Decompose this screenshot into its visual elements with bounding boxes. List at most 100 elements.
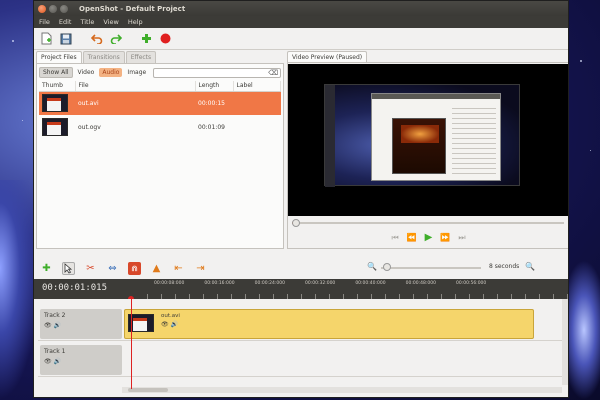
jump-start-icon[interactable]: ⏮	[391, 233, 398, 243]
file-label	[233, 91, 281, 115]
table-row[interactable]: out.avi 00:00:15	[39, 91, 281, 115]
track: Track 2 👁 🔊 out.avi 👁 🔊	[38, 307, 562, 341]
column-header-thumb[interactable]: Thumb	[39, 81, 76, 92]
menu-bar: File Edit Title View Help	[34, 16, 568, 28]
clip-name: out.avi	[161, 313, 180, 319]
project-files-box: Show All Video Audio Image ⌫ Thumb File …	[36, 63, 284, 249]
file-table: Thumb File Length Label out.avi 00:00:15…	[39, 81, 281, 139]
timeline-clip[interactable]: out.avi 👁 🔊	[124, 309, 534, 339]
save-icon[interactable]	[59, 32, 72, 45]
video-display	[288, 64, 568, 216]
ruler-label: 00:00:24:000	[254, 281, 285, 286]
file-label	[233, 115, 281, 139]
timeline-horizontal-scrollbar[interactable]	[122, 387, 562, 393]
zoom-slider-handle[interactable]	[383, 263, 391, 271]
previous-marker-icon[interactable]: ⇤	[172, 262, 185, 275]
ruler-label: 00:00:48:000	[405, 281, 436, 286]
filter-image-button[interactable]: Image	[124, 68, 149, 77]
file-thumbnail	[42, 94, 68, 113]
tab-project-files[interactable]: Project Files	[36, 51, 82, 63]
track: Track 1 👁 🔊	[38, 343, 562, 377]
visibility-icon[interactable]: 👁	[44, 358, 52, 365]
redo-icon[interactable]	[109, 32, 122, 45]
video-frame	[324, 84, 520, 187]
star	[22, 120, 23, 121]
add-marker-icon[interactable]: ▲	[150, 262, 163, 275]
track-header[interactable]: Track 2 👁 🔊	[40, 309, 122, 339]
video-frame-dock	[325, 85, 335, 187]
search-input[interactable]: ⌫	[153, 67, 281, 78]
rewind-icon[interactable]: ⏪	[407, 233, 417, 243]
main-toolbar	[34, 28, 568, 50]
zoom-label: 8 seconds	[489, 263, 520, 270]
video-frame-window	[371, 93, 501, 181]
zoom-out-icon[interactable]: 🔍	[367, 262, 377, 271]
menu-edit[interactable]: Edit	[59, 18, 72, 26]
menu-file[interactable]: File	[39, 18, 50, 26]
filter-audio-button[interactable]: Audio	[99, 68, 123, 77]
new-project-icon[interactable]	[40, 32, 53, 45]
star	[590, 150, 591, 151]
menu-title[interactable]: Title	[80, 18, 94, 26]
timeline-tracks: Track 2 👁 🔊 out.avi 👁 🔊 Track 1 👁 🔊	[34, 299, 568, 395]
audio-icon[interactable]: 🔊	[54, 322, 61, 329]
column-header-file[interactable]: File	[75, 81, 196, 92]
visibility-icon[interactable]: 👁	[44, 322, 52, 329]
timeline-toolbar: ✚ ✂ ⇔ ⋒ ▲ ⇤ ⇥ 🔍 8 seconds 🔍	[34, 259, 568, 277]
select-tool-icon[interactable]	[62, 261, 75, 275]
play-icon[interactable]: ▶	[425, 233, 433, 243]
maximize-window-button[interactable]	[60, 4, 68, 13]
playhead-line	[131, 297, 132, 389]
transport-controls: ⏮ ⏪ ▶ ⏩ ⏭	[288, 233, 568, 243]
menu-view[interactable]: View	[103, 18, 118, 26]
column-header-length[interactable]: Length	[195, 81, 234, 92]
menu-help[interactable]: Help	[128, 18, 143, 26]
jump-end-icon[interactable]: ⏭	[458, 233, 465, 243]
undo-icon[interactable]	[90, 32, 103, 45]
column-header-label[interactable]: Label	[233, 81, 281, 92]
tab-effects[interactable]: Effects	[125, 51, 157, 63]
fast-forward-icon[interactable]: ⏩	[440, 233, 450, 243]
track-name: Track 1	[44, 348, 66, 355]
openshot-window: OpenShot - Default Project File Edit Tit…	[33, 0, 569, 398]
snapping-magnet-icon[interactable]: ⋒	[128, 261, 141, 275]
clear-search-icon[interactable]: ⌫	[268, 69, 278, 78]
window-title: OpenShot - Default Project	[79, 4, 186, 13]
tab-transitions[interactable]: Transitions	[82, 51, 125, 63]
add-files-icon[interactable]	[140, 32, 153, 45]
ruler-label: 00:00:56:000	[455, 281, 487, 286]
track-header[interactable]: Track 1 👁 🔊	[40, 345, 122, 375]
record-icon[interactable]	[159, 32, 172, 45]
project-files-panel: Project Files Transitions Effects Show A…	[36, 51, 284, 249]
preview-seek-slider[interactable]	[292, 219, 564, 227]
resize-tool-icon[interactable]: ⇔	[106, 262, 119, 275]
seek-slider-handle[interactable]	[292, 219, 300, 227]
zoom-slider[interactable]	[381, 267, 481, 269]
file-length: 00:00:15	[195, 91, 233, 115]
track-name: Track 2	[44, 312, 66, 319]
ruler-label: 00:00:16:000	[204, 281, 235, 286]
filter-show-all-button[interactable]: Show All	[39, 67, 73, 78]
timeline-vertical-scrollbar[interactable]	[562, 299, 568, 385]
filter-video-button[interactable]: Video	[75, 68, 98, 77]
minimize-window-button[interactable]	[49, 4, 57, 13]
file-name: out.avi	[75, 91, 195, 115]
audio-icon[interactable]: 🔊	[54, 358, 61, 365]
video-preview-panel: Video Preview (Paused) ⏮ ⏪ ▶ ⏩ ⏭	[287, 51, 568, 249]
star	[12, 40, 14, 42]
table-row[interactable]: out.ogv 00:01:09	[39, 115, 281, 139]
current-timecode: 00:00:01:015	[42, 283, 108, 293]
title-bar: OpenShot - Default Project	[34, 1, 568, 16]
clip-visibility-icon[interactable]: 👁	[161, 321, 169, 328]
close-window-button[interactable]	[38, 4, 46, 13]
ruler-label: 00:00:32:000	[304, 281, 336, 286]
timeline-ruler[interactable]: 00:00:01:015 00:00:08:000 00:00:16:000 0…	[34, 279, 568, 302]
razor-tool-icon[interactable]: ✂	[84, 262, 97, 275]
ruler-label: 00:00:40:000	[355, 281, 386, 286]
clip-audio-icon[interactable]: 🔊	[171, 321, 178, 328]
add-track-icon[interactable]: ✚	[40, 262, 53, 275]
left-tabs: Project Files Transitions Effects	[36, 51, 284, 63]
next-marker-icon[interactable]: ⇥	[194, 262, 207, 275]
zoom-in-icon[interactable]: 🔍	[525, 262, 535, 271]
scrollbar-thumb[interactable]	[128, 388, 168, 392]
